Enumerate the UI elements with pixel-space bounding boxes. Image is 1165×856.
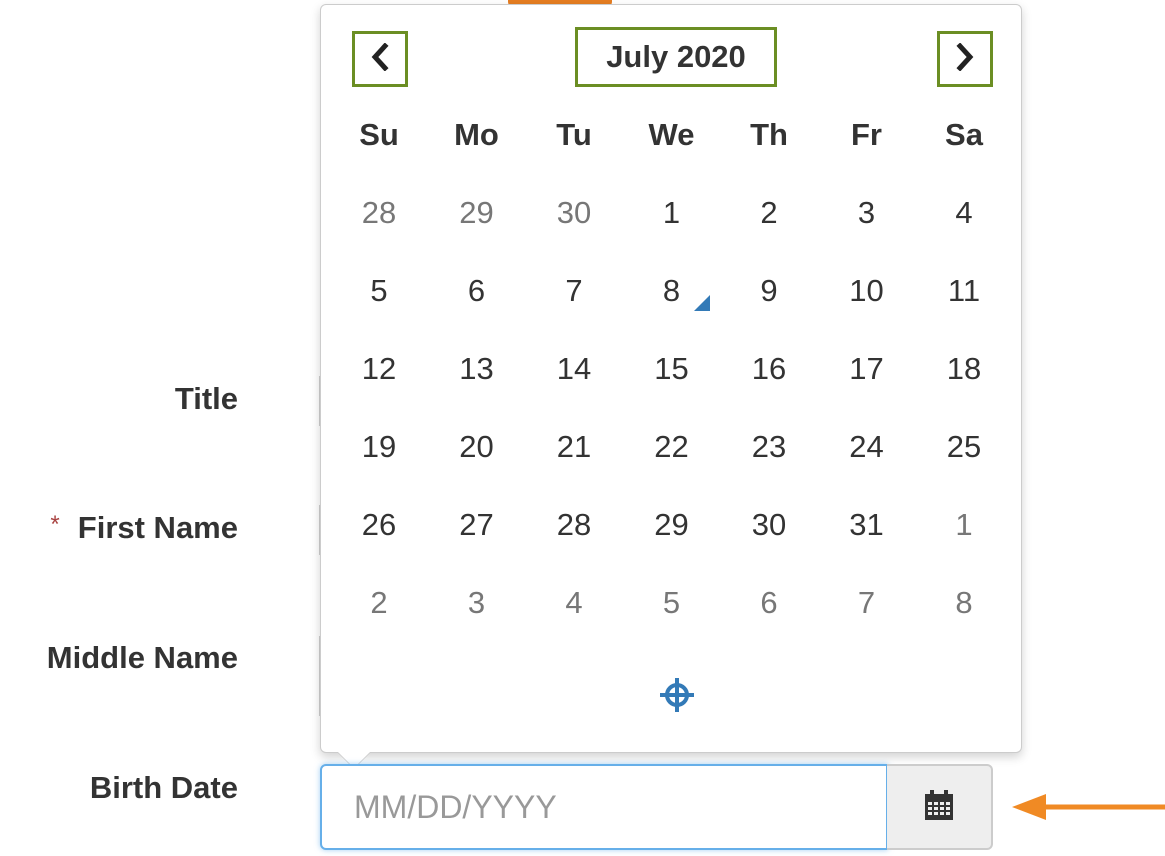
weekday-th: Th xyxy=(750,117,788,152)
datepicker-popup: July 2020 Su Mo Tu We Th Fr Sa 28 29 30 1 2 3 4 5 6 7 8 9… xyxy=(320,4,1022,753)
weekday-fr: Fr xyxy=(851,117,882,152)
birth-date-input[interactable] xyxy=(320,764,888,850)
day-cell[interactable]: 12 xyxy=(334,351,424,387)
day-cell[interactable]: 2 xyxy=(724,195,814,231)
day-cell[interactable]: 15 xyxy=(627,351,717,387)
day-cell[interactable]: 10 xyxy=(822,273,912,309)
calendar-toggle-button[interactable] xyxy=(887,764,993,850)
day-cell[interactable]: 30 xyxy=(529,195,619,231)
crosshairs-icon xyxy=(657,675,697,720)
day-cell[interactable]: 18 xyxy=(919,351,1009,387)
calendar-icon xyxy=(925,789,953,825)
today-marker-icon xyxy=(693,295,710,311)
required-marker: * xyxy=(50,511,60,538)
day-cell[interactable]: 5 xyxy=(627,585,717,621)
day-cell[interactable]: 28 xyxy=(529,507,619,543)
weekday-we: We xyxy=(648,117,695,152)
weekday-su: Su xyxy=(359,117,399,152)
title-label: Title xyxy=(175,381,238,417)
day-cell[interactable]: 21 xyxy=(529,429,619,465)
month-year-title[interactable]: July 2020 xyxy=(575,27,777,87)
day-cell[interactable]: 30 xyxy=(724,507,814,543)
weekday-mo: Mo xyxy=(454,117,499,152)
prev-month-button[interactable] xyxy=(352,31,408,87)
annotation-arrow-icon xyxy=(1012,794,1165,820)
day-cell[interactable]: 4 xyxy=(529,585,619,621)
day-cell[interactable]: 29 xyxy=(432,195,522,231)
day-cell[interactable]: 14 xyxy=(529,351,619,387)
birth-date-label-text: Birth Date xyxy=(89,770,238,805)
day-cell[interactable]: 27 xyxy=(432,507,522,543)
first-name-label-text: First Name xyxy=(77,510,238,545)
day-cell[interactable]: 4 xyxy=(919,195,1009,231)
day-cell[interactable]: 31 xyxy=(822,507,912,543)
middle-name-label: Middle Name xyxy=(47,640,238,676)
day-cell[interactable]: 3 xyxy=(822,195,912,231)
day-cell[interactable]: 26 xyxy=(334,507,424,543)
day-cell[interactable]: 8 xyxy=(919,585,1009,621)
day-cell[interactable]: 13 xyxy=(432,351,522,387)
middle-name-label-text: Middle Name xyxy=(46,640,238,675)
weekday-sa: Sa xyxy=(945,117,983,152)
day-cell[interactable]: 28 xyxy=(334,195,424,231)
day-cell[interactable]: 11 xyxy=(919,273,1009,309)
day-cell[interactable]: 16 xyxy=(724,351,814,387)
day-cell[interactable]: 17 xyxy=(822,351,912,387)
day-cell[interactable]: 3 xyxy=(432,585,522,621)
day-cell[interactable]: 1 xyxy=(919,507,1009,543)
day-cell[interactable]: 6 xyxy=(724,585,814,621)
day-cell[interactable]: 19 xyxy=(334,429,424,465)
day-cell[interactable]: 1 xyxy=(627,195,717,231)
day-cell[interactable]: 7 xyxy=(822,585,912,621)
day-cell[interactable]: 24 xyxy=(822,429,912,465)
day-cell[interactable]: 25 xyxy=(919,429,1009,465)
day-cell[interactable]: 20 xyxy=(432,429,522,465)
day-cell[interactable]: 22 xyxy=(627,429,717,465)
chevron-left-icon xyxy=(369,41,391,76)
day-cell[interactable]: 23 xyxy=(724,429,814,465)
next-month-button[interactable] xyxy=(937,31,993,87)
day-cell[interactable]: 2 xyxy=(334,585,424,621)
day-cell[interactable]: 29 xyxy=(627,507,717,543)
birth-date-label: Birth Date xyxy=(90,770,238,806)
day-cell[interactable]: 5 xyxy=(334,273,424,309)
day-cell[interactable]: 7 xyxy=(529,273,619,309)
day-cell[interactable]: 6 xyxy=(432,273,522,309)
day-cell[interactable]: 9 xyxy=(724,273,814,309)
chevron-right-icon xyxy=(954,41,976,76)
title-label-text: Title xyxy=(174,381,238,416)
weekday-tu: Tu xyxy=(556,117,592,152)
first-name-label: * First Name xyxy=(50,510,238,546)
today-button[interactable] xyxy=(657,677,697,717)
